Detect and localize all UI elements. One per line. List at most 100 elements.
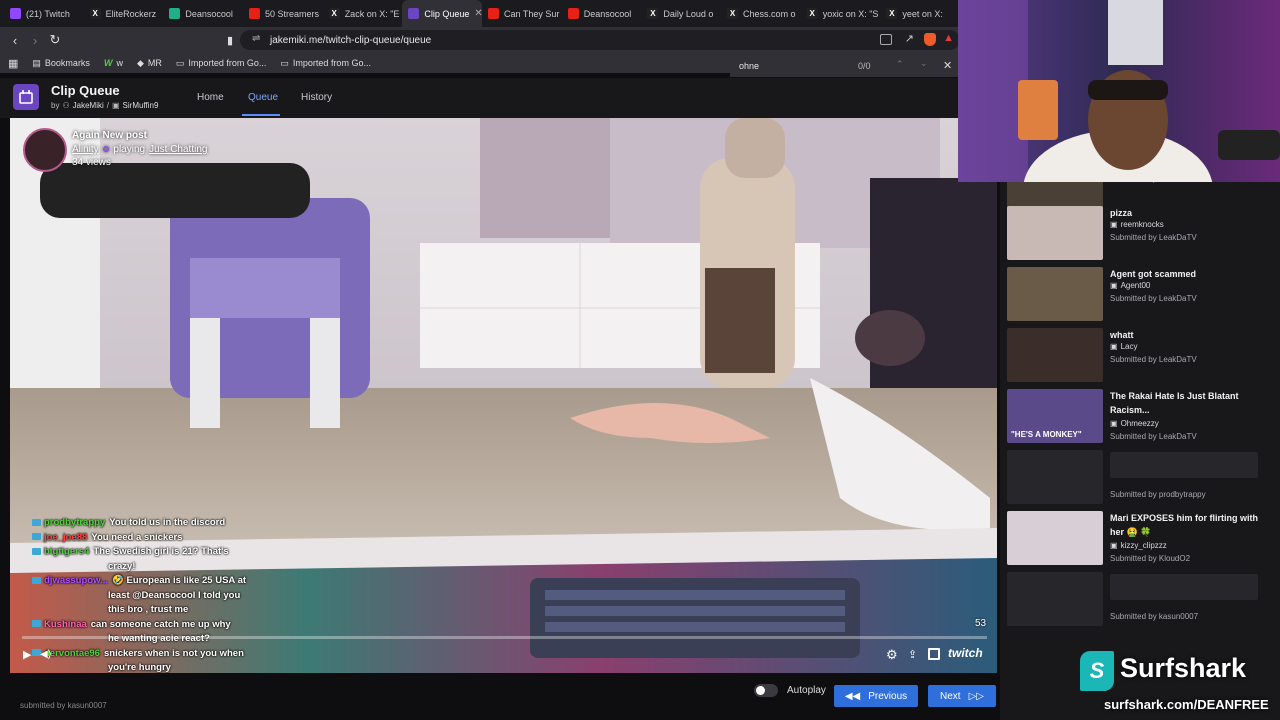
- url-text: jakemiki.me/twitch-clip-queue/queue: [270, 34, 432, 46]
- sponsor-url: surfshark.com/DEANFREE: [1104, 697, 1269, 712]
- folder-icon: ▭: [175, 57, 185, 68]
- twitch-logo-icon[interactable]: twitch: [948, 646, 983, 660]
- reload-icon[interactable]: ↻: [45, 30, 65, 50]
- browser-tab[interactable]: Clip Queue ✕: [402, 0, 483, 27]
- browser-tab[interactable]: Deansocool: [163, 0, 243, 27]
- chat-message: Kushinaa can someone catch me up why: [32, 618, 231, 632]
- progress-bar[interactable]: [22, 636, 987, 639]
- nav-history[interactable]: History: [301, 92, 332, 103]
- twitch-small-icon: ▣: [1110, 220, 1118, 229]
- autoplay-toggle[interactable]: [754, 684, 778, 697]
- sponsor-name: Surfshark: [1120, 653, 1247, 683]
- share-clip-icon[interactable]: ⇪: [908, 648, 917, 661]
- previous-button[interactable]: ◀◀ Previous: [834, 685, 918, 707]
- tab-title: Clip Queue: [424, 8, 470, 19]
- twitch-small-icon: ▣: [111, 101, 120, 110]
- queue-clip-item[interactable]: Agent got scammed ▣ Agent00 Submitted by Le…: [1007, 267, 1273, 323]
- autoplay-label: Autoplay: [787, 685, 826, 696]
- clip-item-submitter: Submitted by kasun0007: [1110, 612, 1199, 621]
- thumbnail-caption: "HE'S A MONKEY": [1011, 430, 1082, 439]
- back-icon[interactable]: ‹: [5, 30, 25, 50]
- share-icon[interactable]: ↗: [905, 32, 914, 45]
- warning-icon[interactable]: ▲: [943, 32, 954, 44]
- clip-queue-logo-icon[interactable]: [13, 84, 39, 110]
- bookmark-icon[interactable]: ▮: [220, 30, 240, 50]
- queue-clip-item[interactable]: Submitted by prodbytrappy: [1007, 450, 1273, 506]
- github-icon: ⚇: [62, 101, 70, 110]
- loading-placeholder: [1110, 574, 1258, 600]
- video-player[interactable]: Again New post Alinity ✪ playing Just Ch…: [10, 118, 997, 673]
- navigation-bar: ‹ › ↻ ▮ ⇌ jakemiki.me/twitch-clip-queue/…: [0, 27, 960, 53]
- queue-clip-item[interactable]: Submitted by kasun0007: [1007, 572, 1273, 628]
- browser-tab[interactable]: Deansocool: [562, 0, 642, 27]
- author-link-2[interactable]: SirMuffin9: [123, 101, 159, 110]
- clip-item-author: ▣ Ohmeezzy: [1110, 419, 1159, 428]
- browser-tab[interactable]: Can They Sur: [482, 0, 562, 27]
- x-icon: X: [89, 8, 101, 19]
- chat-text: 🤣 European is like 25 USA at: [112, 575, 247, 586]
- chat-text: this bro , trust me: [108, 604, 189, 615]
- tab-close-icon[interactable]: ✕: [474, 8, 482, 19]
- game-link[interactable]: Just Chatting: [149, 144, 207, 155]
- address-bar[interactable]: ⇌ jakemiki.me/twitch-clip-queue/queue ↗ …: [240, 30, 960, 50]
- brave-icon[interactable]: [924, 33, 936, 46]
- fullscreen-icon[interactable]: [928, 648, 940, 660]
- find-close-icon[interactable]: ✕: [943, 59, 952, 72]
- settings-gear-icon[interactable]: ⚙: [886, 647, 898, 663]
- chat-username: bigtigers4: [44, 546, 90, 557]
- twitch-small-icon: ▣: [1110, 541, 1118, 550]
- browser-tab[interactable]: X Zack on X: "E: [323, 0, 403, 27]
- chat-badge-icon: [32, 620, 41, 628]
- volume-icon[interactable]: ◀): [40, 649, 51, 660]
- apps-icon[interactable]: ▦: [8, 57, 18, 70]
- browser-tab[interactable]: Xyoxic on X: "S: [801, 0, 881, 27]
- chat-text: least @Deansocool I told you: [108, 589, 241, 601]
- queue-clip-item[interactable]: Mari EXPOSES him for flirting with her 🤮…: [1007, 511, 1273, 567]
- submitted-by-label: submitted by kasun0007: [20, 701, 107, 710]
- twitch-small-icon: ▣: [1110, 342, 1118, 351]
- chat-message: djwassupow... 🤣 European is like 25 USA a…: [32, 574, 246, 588]
- browser-tab[interactable]: 50 Streamers: [243, 0, 323, 27]
- bottom-bar: submitted by kasun0007 Autoplay ◀◀ Previo…: [0, 673, 1000, 720]
- play-icon[interactable]: ▶: [23, 648, 31, 661]
- keyboard-keys: [545, 590, 845, 632]
- bookmark-item-mr[interactable]: ◆ MR: [137, 58, 162, 69]
- find-input[interactable]: ohne: [739, 61, 759, 71]
- clip-item-author: ▣ reemknocks: [1110, 220, 1164, 229]
- nav-queue[interactable]: Queue: [248, 92, 278, 103]
- channel-avatar[interactable]: [23, 128, 67, 172]
- find-prev-icon[interactable]: ⌃: [896, 59, 904, 70]
- tab-title: (21) Twitch: [26, 8, 70, 19]
- browser-tab[interactable]: X EliteRockerz: [84, 0, 164, 27]
- youtube-icon: [249, 8, 261, 19]
- twitch-small-icon: ▣: [1110, 281, 1118, 290]
- queue-clip-item[interactable]: pizza ▣ reemknocks Submitted by LeakDaTV: [1007, 206, 1273, 262]
- tab-title: Chess.com o: [743, 8, 796, 19]
- loading-placeholder: [1110, 452, 1258, 478]
- channel-link[interactable]: Alinity: [72, 144, 99, 155]
- bookmark-item-w[interactable]: Ww: [104, 58, 123, 68]
- author-link-1[interactable]: JakeMiki: [73, 101, 104, 110]
- nav-home[interactable]: Home: [197, 92, 224, 103]
- bookmark-folder-1[interactable]: ▭ Imported from Go...: [176, 58, 267, 69]
- site-settings-icon[interactable]: ⇌: [252, 33, 260, 44]
- browser-tab[interactable]: (21) Twitch: [4, 0, 84, 27]
- browser-tab[interactable]: Xyeet on X:: [880, 0, 960, 27]
- browser-tab[interactable]: X Chess.com o: [721, 0, 801, 27]
- forward-icon[interactable]: ›: [25, 30, 45, 50]
- clip-item-submitter: Submitted by LeakDaTV: [1110, 294, 1197, 303]
- queue-clip-item[interactable]: "HE'S A MONKEY" The Rakai Hate Is Just Bl…: [1007, 389, 1273, 445]
- x-icon: X: [647, 8, 659, 19]
- clipqueue-icon: [408, 8, 420, 19]
- chat-badge-icon: [32, 547, 41, 555]
- install-icon[interactable]: [880, 34, 892, 45]
- find-next-icon[interactable]: ⌄: [920, 58, 928, 69]
- queue-clip-item[interactable]: whatt ▣ Lacy Submitted by LeakDaTV: [1007, 328, 1273, 384]
- fast-forward-icon: ▷▷: [968, 690, 984, 702]
- bookmark-folder-2[interactable]: ▭ Imported from Go...: [280, 58, 371, 69]
- next-button[interactable]: Next ▷▷: [928, 685, 996, 707]
- bookmark-item-bookmarks[interactable]: ▤ Bookmarks: [32, 58, 90, 69]
- clip-item-submitter: Submitted by LeakDaTV: [1110, 233, 1197, 242]
- browser-tab[interactable]: X Daily Loud o: [641, 0, 721, 27]
- app-byline: by ⚇ JakeMiki / ▣ SirMuffin9: [51, 101, 159, 110]
